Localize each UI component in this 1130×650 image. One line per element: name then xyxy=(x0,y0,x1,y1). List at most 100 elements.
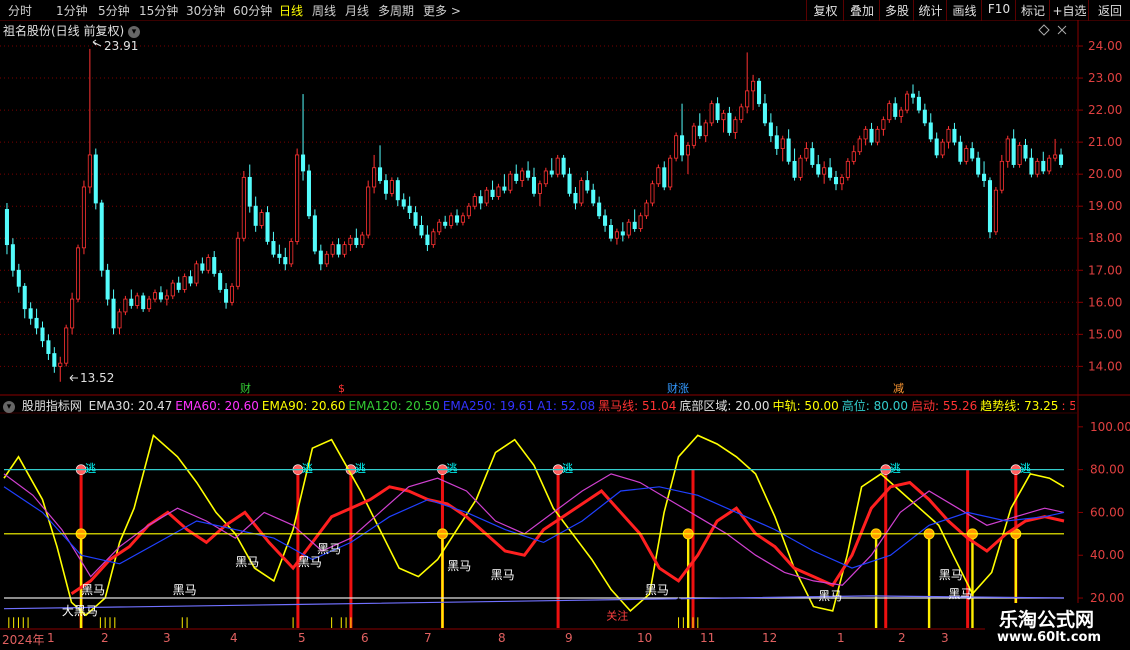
rb-back-button[interactable]: 返回 xyxy=(1088,0,1130,21)
candle-body xyxy=(620,231,625,236)
candle-body xyxy=(780,138,785,149)
candle xyxy=(709,100,714,127)
indicator-value: 趋势线: 73.25 xyxy=(980,399,1059,413)
rb-mark-button[interactable]: 标记 xyxy=(1015,0,1050,21)
candle-body xyxy=(946,128,951,143)
candle xyxy=(644,199,649,220)
candle xyxy=(277,244,282,264)
price-tick-label: 23.00 xyxy=(1088,71,1122,85)
candle-body xyxy=(721,112,726,121)
candle-body xyxy=(816,164,821,175)
candle-body xyxy=(395,180,400,201)
buy-bar xyxy=(441,533,444,628)
candle-body xyxy=(1017,144,1022,165)
candle xyxy=(733,116,738,139)
event-marker-caizhang[interactable]: 财涨 xyxy=(667,381,689,395)
signal-bar xyxy=(966,469,970,628)
chevron-down-icon[interactable]: ▾ xyxy=(3,400,15,413)
indicator-header: ▾ 股朋指标网 EMA30: 20.47 EMA60: 20.60 EMA90: 2… xyxy=(0,397,1075,413)
candle xyxy=(786,129,791,165)
candle xyxy=(881,116,886,136)
candle-body xyxy=(111,298,116,329)
event-marker-jian[interactable]: 减 xyxy=(893,382,904,395)
chevron-down-icon[interactable]: ▾ xyxy=(128,25,141,38)
candle xyxy=(756,78,762,107)
period-tab-multi[interactable]: 多周期 xyxy=(378,2,414,19)
candle-body xyxy=(531,176,537,194)
candle xyxy=(1035,158,1040,178)
candle-body xyxy=(845,160,850,178)
period-tab-4[interactable]: 15分钟 xyxy=(139,2,178,19)
period-tab-6[interactable]: 60分钟 xyxy=(233,2,272,19)
candle xyxy=(816,154,821,178)
candle xyxy=(721,110,726,133)
candle-body xyxy=(916,96,921,111)
candle xyxy=(910,84,916,104)
candle-body xyxy=(4,208,9,246)
period-tab-monthly[interactable]: 月线 xyxy=(345,2,369,19)
period-tab-2[interactable]: 1分钟 xyxy=(56,2,88,19)
candle-body xyxy=(952,128,957,143)
rb-draw-button[interactable]: 画线 xyxy=(946,0,982,21)
candle xyxy=(472,193,477,210)
diamond-icon[interactable] xyxy=(1038,24,1050,36)
rb-f10-button[interactable]: F10 xyxy=(981,0,1016,21)
candle-body xyxy=(129,298,134,306)
candle-body xyxy=(93,154,98,204)
candle-body xyxy=(437,221,442,233)
candle xyxy=(502,174,507,194)
period-tab-weekly[interactable]: 周线 xyxy=(312,2,336,19)
event-marker-dollar[interactable]: $ xyxy=(338,382,345,395)
rb-fuquan-button[interactable]: 复权 xyxy=(806,0,844,21)
candle xyxy=(52,347,57,373)
signal-label: 黑马 xyxy=(298,555,322,569)
period-tab-3[interactable]: 5分钟 xyxy=(98,2,130,19)
candle-body xyxy=(579,180,584,204)
candle xyxy=(958,135,963,165)
candle xyxy=(401,193,406,210)
rb-multi-stock-button[interactable]: 多股 xyxy=(879,0,914,21)
candle-body xyxy=(999,160,1004,191)
period-tab-5[interactable]: 30分钟 xyxy=(186,2,225,19)
candle xyxy=(916,90,921,114)
candle-body xyxy=(1023,144,1028,159)
candle-body xyxy=(833,176,839,185)
candle xyxy=(348,235,353,252)
chart-area: 24.00 23.00 22.00 21.00 20.00 19.00 18.00 17.00… xyxy=(0,20,1130,630)
candle-body xyxy=(342,244,347,255)
period-tab-more[interactable]: 更多 > xyxy=(423,2,461,19)
rb-overlay-button[interactable]: 叠加 xyxy=(843,0,880,21)
date-label: 8 xyxy=(498,631,506,645)
candle xyxy=(703,119,708,143)
big-signal-label: 大黑马 xyxy=(62,604,98,618)
close-icon[interactable] xyxy=(1057,25,1067,35)
candle-body xyxy=(940,141,945,156)
candle xyxy=(591,183,596,207)
stock-title[interactable]: 祖名股份(日线 前复权) xyxy=(3,24,124,38)
escape-label: 逃 xyxy=(302,462,313,475)
rb-stats-button[interactable]: 统计 xyxy=(913,0,947,21)
rb-add-watch-button[interactable]: +自选 xyxy=(1049,0,1089,21)
candle-body xyxy=(348,237,353,246)
period-tab-1[interactable]: 分时 xyxy=(8,2,32,19)
date-label: 12 xyxy=(762,631,778,645)
candle-body xyxy=(887,103,892,121)
signal-label: 黑马 xyxy=(645,583,669,597)
candle-body xyxy=(336,244,341,255)
candle-body xyxy=(514,173,519,181)
event-markers: 财 $ 财涨 减 xyxy=(240,381,904,395)
price-tick-label: 14.00 xyxy=(1088,359,1122,373)
candle-body xyxy=(958,141,963,162)
event-marker-cai[interactable]: 财 xyxy=(240,381,251,395)
candle xyxy=(828,158,833,181)
indicator-name[interactable]: 股朋指标网 xyxy=(22,399,82,413)
candle xyxy=(804,142,809,162)
candle-body xyxy=(987,180,993,233)
candle-body xyxy=(449,215,454,226)
candle-body xyxy=(218,273,223,290)
date-label: 6 xyxy=(361,631,369,645)
signal-label: 黑马 xyxy=(939,568,963,582)
candle xyxy=(567,167,572,197)
period-tab-daily[interactable]: 日线 xyxy=(279,2,303,19)
candle-body xyxy=(685,144,690,156)
